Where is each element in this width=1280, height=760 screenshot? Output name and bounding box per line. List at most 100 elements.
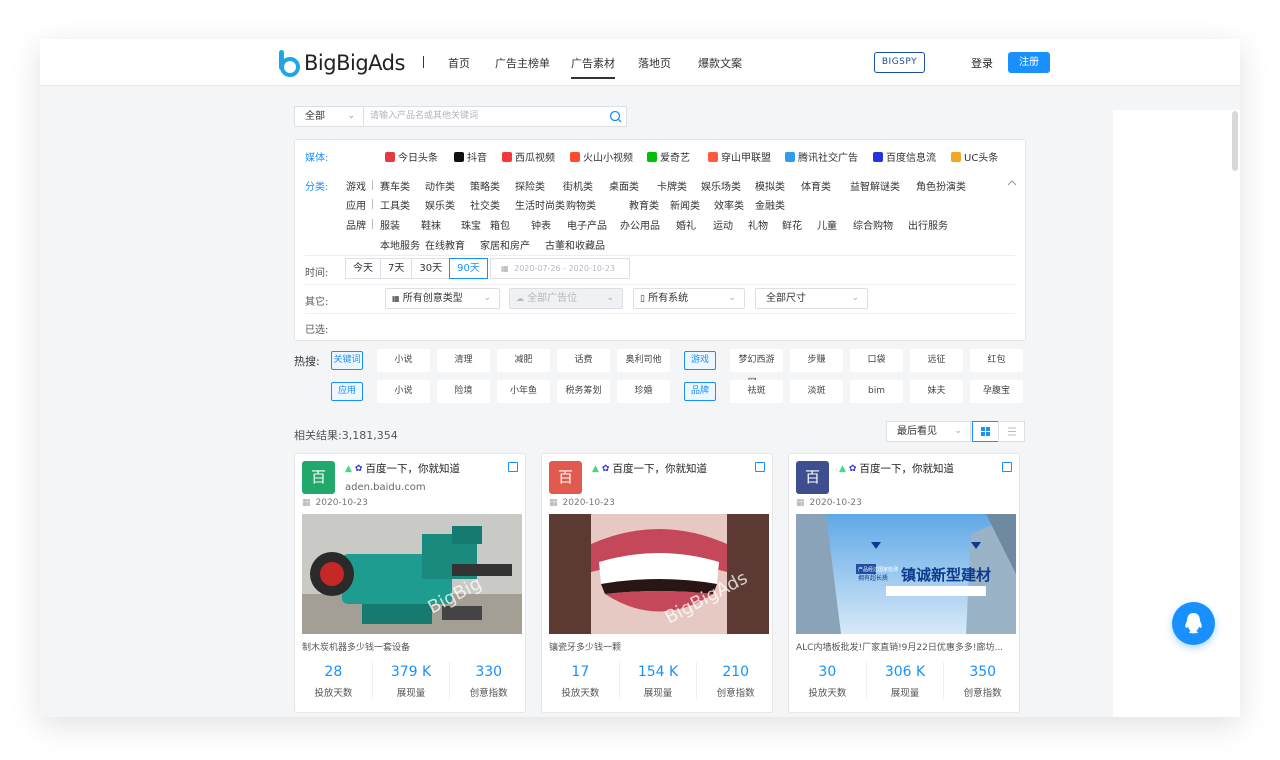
card-title[interactable]: ▲ ✿ 百度一下，你就知道: [345, 461, 460, 476]
hot-search-chip[interactable]: 淡斑: [790, 380, 843, 403]
hot-search-tag[interactable]: 关键词: [331, 351, 363, 370]
category-item[interactable]: 动作类: [425, 178, 455, 193]
hot-search-tag[interactable]: 品牌: [684, 382, 716, 401]
hot-search-chip[interactable]: 妹夫: [910, 380, 963, 403]
nav-landing-pages[interactable]: 落地页: [638, 55, 671, 71]
category-group-label[interactable]: 品牌: [346, 217, 366, 232]
media-item[interactable]: 穿山甲联盟: [708, 149, 771, 164]
hot-search-chip[interactable]: 减肥: [497, 349, 550, 372]
category-item[interactable]: 探险类: [515, 178, 545, 193]
external-link-icon[interactable]: [755, 462, 765, 472]
category-item[interactable]: 婚礼: [676, 217, 696, 232]
search-icon[interactable]: [606, 107, 626, 126]
ad-image[interactable]: BigBigAds: [549, 514, 769, 634]
card-title[interactable]: ▲ ✿ 百度一下，你就知道: [839, 461, 954, 476]
hot-search-chip[interactable]: 清理: [437, 349, 490, 372]
hot-search-chip[interactable]: bim: [850, 380, 903, 403]
ad-card[interactable]: 百 ▲ ✿ 百度一下，你就知道 ▦ 2020-10-23 产品经过国家检测 拥有超…: [788, 453, 1020, 713]
category-item[interactable]: 效率类: [714, 197, 744, 212]
category-item[interactable]: 古董和收藏品: [545, 237, 605, 252]
system-select[interactable]: ▯ 所有系统 ⌄: [633, 288, 745, 309]
category-item[interactable]: 箱包: [490, 217, 510, 232]
time-7d-button[interactable]: 7天: [380, 258, 413, 279]
category-item[interactable]: 角色扮演类: [916, 178, 966, 193]
hot-search-chip[interactable]: 口袋: [850, 349, 903, 372]
date-range-picker[interactable]: ▦ 2020-07-26 - 2020-10-23: [490, 258, 630, 279]
media-item[interactable]: 西瓜视频: [502, 149, 555, 164]
external-link-icon[interactable]: [508, 462, 518, 472]
search-input[interactable]: 请输入产品名或其他关键词: [364, 107, 606, 126]
login-link[interactable]: 登录: [971, 55, 993, 71]
hot-search-chip[interactable]: 祛斑: [730, 380, 783, 403]
nav-home[interactable]: 首页: [448, 55, 470, 71]
category-item[interactable]: 儿童: [817, 217, 837, 232]
category-group-label[interactable]: 应用: [346, 197, 366, 212]
chevron-up-icon[interactable]: [1007, 180, 1017, 186]
search-scope-select[interactable]: 全部 ⌄: [295, 107, 364, 126]
category-item[interactable]: 娱乐场类: [701, 178, 741, 193]
media-item[interactable]: 腾讯社交广告: [785, 149, 858, 164]
time-30d-button[interactable]: 30天: [411, 258, 451, 279]
category-item[interactable]: 钟表: [531, 217, 551, 232]
category-item[interactable]: 礼物: [748, 217, 768, 232]
category-item[interactable]: 工具类: [380, 197, 410, 212]
category-item[interactable]: 益智解谜类: [850, 178, 900, 193]
ad-image[interactable]: BigBig: [302, 514, 522, 634]
category-item[interactable]: 电子产品: [567, 217, 607, 232]
ad-card[interactable]: 百 ▲ ✿ 百度一下，你就知道 aden.baidu.com ▦ 2020-10-…: [294, 453, 526, 713]
hot-search-chip[interactable]: 小年鱼: [497, 380, 550, 403]
hot-search-chip[interactable]: 孕腹宝: [970, 380, 1023, 403]
category-item[interactable]: 综合购物: [853, 217, 893, 232]
category-item[interactable]: 桌面类: [609, 178, 639, 193]
category-item[interactable]: 购物类: [566, 197, 596, 212]
category-item[interactable]: 模拟类: [755, 178, 785, 193]
media-item[interactable]: 爱奇艺: [647, 149, 690, 164]
hot-search-chip[interactable]: 小说: [377, 349, 430, 372]
time-90d-button[interactable]: 90天: [449, 258, 488, 279]
bigspy-button[interactable]: BIGSPY: [874, 52, 925, 73]
category-item[interactable]: 出行服务: [908, 217, 948, 232]
hot-search-chip[interactable]: 税务筹划: [557, 380, 610, 403]
hot-search-chip[interactable]: 红包: [970, 349, 1023, 372]
category-item[interactable]: 在线教育: [425, 237, 465, 252]
hot-search-chip[interactable]: 步赚: [790, 349, 843, 372]
nav-ad-creatives[interactable]: 广告素材: [571, 55, 615, 79]
media-item[interactable]: 百度信息流: [873, 149, 936, 164]
media-item[interactable]: 今日头条: [385, 149, 438, 164]
ad-position-select[interactable]: ☁ 全部广告位 ⌄: [509, 288, 623, 309]
category-item[interactable]: 鞋袜: [421, 217, 441, 232]
hot-search-chip[interactable]: 远征: [910, 349, 963, 372]
category-item[interactable]: 娱乐类: [425, 197, 455, 212]
card-title[interactable]: ▲ ✿ 百度一下，你就知道: [592, 461, 707, 476]
category-item[interactable]: 教育类: [629, 197, 659, 212]
category-item[interactable]: 运动: [713, 217, 733, 232]
media-item[interactable]: UC头条: [951, 149, 998, 164]
category-item[interactable]: 家居和房产: [480, 237, 530, 252]
category-item[interactable]: 鲜花: [782, 217, 802, 232]
ad-image[interactable]: 产品经过国家检测 拥有超长质 镇诚新型建材: [796, 514, 1016, 634]
category-item[interactable]: 策略类: [470, 178, 500, 193]
hot-search-chip[interactable]: 小说: [377, 380, 430, 403]
category-item[interactable]: 街机类: [563, 178, 593, 193]
time-today-button[interactable]: 今天: [345, 258, 381, 279]
hot-search-chip[interactable]: 珍婚: [617, 380, 670, 403]
category-item[interactable]: 赛车类: [380, 178, 410, 193]
hot-search-chip[interactable]: 奥利司他: [617, 349, 670, 372]
category-item[interactable]: 服装: [380, 217, 400, 232]
external-link-icon[interactable]: [1002, 462, 1012, 472]
creative-type-select[interactable]: ▦ 所有创意类型 ⌄: [385, 288, 500, 309]
category-item[interactable]: 体育类: [801, 178, 831, 193]
ad-card[interactable]: 百 ▲ ✿ 百度一下，你就知道 ▦ 2020-10-23 BigBigAds 镶瓷…: [541, 453, 773, 713]
category-item[interactable]: 卡牌类: [657, 178, 687, 193]
category-item[interactable]: 社交类: [470, 197, 500, 212]
nav-hot-copy[interactable]: 爆款文案: [698, 55, 742, 71]
media-item[interactable]: 抖音: [454, 149, 487, 164]
scrollbar-thumb[interactable]: [1232, 111, 1238, 171]
hot-search-chip[interactable]: 话费: [557, 349, 610, 372]
category-item[interactable]: 新闻类: [670, 197, 700, 212]
nav-advertiser-ranking[interactable]: 广告主榜单: [495, 55, 550, 71]
category-group-label[interactable]: 游戏: [346, 178, 366, 193]
logo[interactable]: BigBigAds: [277, 47, 405, 79]
hot-search-tag[interactable]: 游戏: [684, 351, 716, 370]
category-item[interactable]: 珠宝: [461, 217, 481, 232]
